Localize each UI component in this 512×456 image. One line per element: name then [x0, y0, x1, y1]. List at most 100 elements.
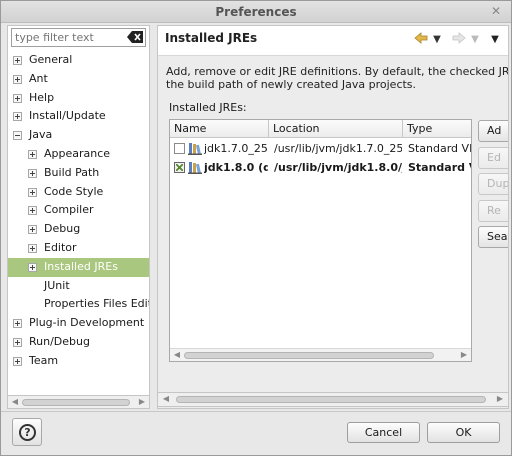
- tree-item-label: Java: [29, 128, 53, 142]
- installed-jres-label: Installed JREs:: [169, 101, 247, 114]
- ok-button[interactable]: OK: [427, 422, 500, 443]
- tree-item-label: Build Path: [44, 165, 100, 179]
- edit-button[interactable]: Ed: [478, 146, 508, 169]
- duplicate-button[interactable]: Dupl: [478, 173, 508, 195]
- scroll-thumb[interactable]: [22, 399, 130, 406]
- view-menu-icon[interactable]: ▼: [488, 32, 502, 48]
- help-button[interactable]: ?: [12, 418, 42, 446]
- remove-button[interactable]: Re: [478, 199, 508, 222]
- tree-item[interactable]: Code Style: [8, 183, 149, 202]
- scroll-right-icon[interactable]: ▶: [494, 393, 506, 405]
- clear-filter-icon[interactable]: [127, 31, 143, 43]
- expand-icon[interactable]: [13, 319, 22, 329]
- tree-item[interactable]: General: [8, 51, 149, 70]
- scroll-right-icon[interactable]: ▶: [458, 349, 470, 361]
- scroll-thumb[interactable]: [176, 396, 486, 403]
- forward-icon[interactable]: [450, 32, 468, 48]
- jre-location-cell: /usr/lib/jvm/jdk1.8.0/jre: [274, 161, 402, 174]
- page-header: Installed JREs ▼ ▼ ▼: [158, 26, 508, 54]
- tree-item[interactable]: Install/Update: [8, 107, 149, 126]
- tree-item[interactable]: Build Path: [8, 164, 149, 183]
- table-row[interactable]: jdk1.7.0_25/usr/lib/jvm/jdk1.7.0_25 Stand…: [170, 139, 471, 158]
- tree-item[interactable]: Team: [8, 352, 149, 371]
- column-header-location[interactable]: Location: [269, 120, 403, 138]
- help-icon: ?: [19, 424, 36, 441]
- default-jre-checkbox[interactable]: [174, 162, 185, 173]
- jre-name-cell: jdk1.8.0 (de: [204, 161, 268, 174]
- expand-icon[interactable]: [28, 168, 37, 178]
- column-header-name[interactable]: Name: [170, 120, 269, 138]
- tree-horizontal-scrollbar[interactable]: ◀ ▶: [7, 395, 150, 409]
- tree-item[interactable]: Installed JREs: [8, 257, 149, 277]
- table-horizontal-scrollbar[interactable]: ◀ ▶: [170, 348, 471, 361]
- tree-item-label: Installed JREs: [44, 259, 118, 273]
- tree-item-label: Editor: [44, 240, 77, 254]
- table-row[interactable]: jdk1.8.0 (de/usr/lib/jvm/jdk1.8.0/jre Sta…: [170, 158, 472, 177]
- description-line: the build path of newly created Java pro…: [166, 77, 417, 91]
- expand-icon[interactable]: [28, 262, 37, 272]
- tree-item-label: Appearance: [44, 146, 111, 160]
- expand-icon[interactable]: [28, 243, 37, 253]
- tree-item-label: Plug-in Development: [29, 316, 145, 330]
- scroll-left-icon[interactable]: ◀: [171, 349, 183, 361]
- forward-menu-icon[interactable]: ▼: [470, 32, 480, 48]
- tree-item[interactable]: JUnit: [8, 277, 149, 296]
- tree-item[interactable]: Debug: [8, 220, 149, 239]
- search-button[interactable]: Sea: [478, 226, 508, 248]
- scroll-left-icon[interactable]: ◀: [9, 396, 21, 408]
- expand-icon[interactable]: [28, 206, 37, 216]
- tree-item[interactable]: Plug-in Development: [8, 314, 149, 333]
- tree-item[interactable]: Appearance: [8, 145, 149, 164]
- jre-library-icon: [188, 162, 202, 174]
- tree-item-label: Properties Files Edito: [44, 297, 150, 311]
- jre-library-icon: [188, 143, 202, 155]
- tree-item[interactable]: Help: [8, 89, 149, 108]
- tree-item-label: General: [29, 53, 73, 66]
- scroll-right-icon[interactable]: ▶: [136, 396, 148, 408]
- page-body: Add, remove or edit JRE definitions. By …: [158, 56, 508, 408]
- default-jre-checkbox[interactable]: [174, 143, 185, 154]
- expand-icon[interactable]: [13, 56, 22, 65]
- filter-input[interactable]: [15, 30, 123, 45]
- table-header: Name Location Type: [170, 120, 471, 138]
- expand-icon[interactable]: [13, 74, 22, 84]
- tree-item[interactable]: Ant: [8, 70, 149, 89]
- back-icon[interactable]: [412, 32, 430, 48]
- page-horizontal-scrollbar[interactable]: ◀ ▶: [157, 392, 509, 407]
- jre-name-cell: jdk1.7.0_25: [204, 142, 268, 155]
- tree-item-label: Ant: [29, 71, 48, 85]
- back-menu-icon[interactable]: ▼: [432, 32, 442, 48]
- scroll-left-icon[interactable]: ◀: [160, 393, 172, 405]
- tree-item[interactable]: Java: [8, 126, 149, 145]
- collapse-icon[interactable]: [13, 131, 22, 141]
- preference-page: Installed JREs ▼ ▼ ▼ Add, remove or edit…: [157, 25, 509, 409]
- scroll-thumb[interactable]: [184, 352, 434, 359]
- tree-item[interactable]: Properties Files Edito: [8, 295, 149, 314]
- footer-separator: [1, 411, 511, 412]
- expand-icon[interactable]: [13, 93, 22, 103]
- tree-item[interactable]: Editor: [8, 239, 149, 258]
- expand-icon[interactable]: [28, 149, 37, 159]
- expand-icon[interactable]: [28, 225, 37, 235]
- tree-item-label: Run/Debug: [29, 334, 90, 348]
- title-bar: Preferences ✕: [1, 1, 511, 23]
- close-icon[interactable]: ✕: [489, 4, 503, 18]
- tree-item[interactable]: Run/Debug: [8, 333, 149, 352]
- expand-icon[interactable]: [13, 337, 22, 347]
- window-title: Preferences: [215, 5, 297, 19]
- expand-icon[interactable]: [13, 356, 22, 366]
- jre-type-cell: Standard V: [408, 161, 472, 174]
- add-button[interactable]: Ad: [478, 120, 508, 142]
- tree-item-label: Debug: [44, 222, 81, 236]
- jre-table: Name Location Type jdk1.7.0_25/usr/lib/j…: [169, 119, 472, 362]
- cancel-button[interactable]: Cancel: [347, 422, 420, 443]
- page-title: Installed JREs: [165, 31, 258, 45]
- expand-icon[interactable]: [28, 187, 37, 197]
- column-header-type[interactable]: Type: [403, 120, 471, 138]
- preference-tree: General Ant Help Install/Update Java Appearan…: [8, 51, 149, 371]
- page-navigation: ▼ ▼ ▼: [408, 32, 508, 48]
- tree-item[interactable]: Compiler: [8, 201, 149, 220]
- expand-icon[interactable]: [13, 112, 22, 122]
- description-line: Add, remove or edit JRE definitions. By …: [166, 65, 509, 78]
- tree-item-label: Help: [29, 90, 55, 104]
